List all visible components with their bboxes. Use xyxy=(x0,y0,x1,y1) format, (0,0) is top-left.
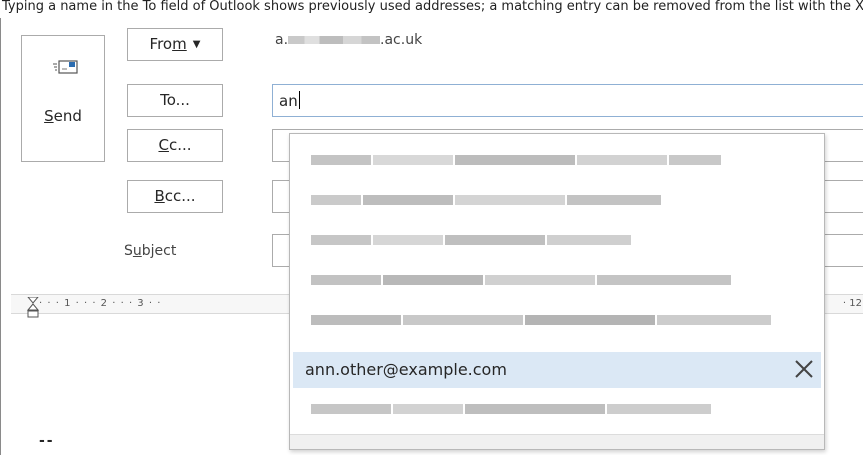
compose-window: Send From ▼ a. .ac.uk To... an Cc... Bcc..… xyxy=(0,18,863,455)
send-button-label: Send xyxy=(44,107,82,125)
envelope-send-icon xyxy=(53,60,78,74)
ruler-ticks: · · · 1 · · · 2 · · · 3 · · xyxy=(39,298,162,309)
to-button[interactable]: To... xyxy=(127,84,223,117)
from-button[interactable]: From ▼ xyxy=(127,28,223,61)
redacted-text xyxy=(311,315,771,325)
list-item[interactable] xyxy=(293,301,821,337)
bcc-button[interactable]: Bcc... xyxy=(127,180,223,213)
to-input[interactable]: an xyxy=(272,84,863,117)
redacted-text xyxy=(311,275,731,285)
autocomplete-footer xyxy=(290,434,824,449)
caption-text: Typing a name in the To field of Outlook… xyxy=(2,0,863,14)
from-account: a. .ac.uk xyxy=(275,32,423,48)
send-button[interactable]: Send xyxy=(21,35,105,162)
list-item[interactable] xyxy=(293,221,821,257)
to-input-value: an xyxy=(279,91,300,110)
caret-down-icon: ▼ xyxy=(192,39,201,50)
redacted-text xyxy=(288,36,381,44)
ruler-right-tick: · 12 xyxy=(842,298,862,309)
cc-button[interactable]: Cc... xyxy=(127,129,223,162)
subject-label: Subject xyxy=(124,243,177,259)
redacted-text xyxy=(311,235,631,245)
list-item[interactable] xyxy=(293,141,821,177)
list-item[interactable] xyxy=(293,181,821,217)
list-item[interactable] xyxy=(293,390,821,426)
redacted-text xyxy=(311,155,721,165)
indent-marker-icon[interactable] xyxy=(27,297,39,327)
list-item-highlighted[interactable]: ann.other@example.com xyxy=(293,352,821,388)
signature-separator: -- xyxy=(39,433,55,449)
redacted-text xyxy=(311,404,711,414)
text-caret xyxy=(298,91,300,109)
suggestion-address: ann.other@example.com xyxy=(305,360,507,379)
redacted-text xyxy=(311,195,661,205)
autocomplete-dropdown[interactable]: ann.other@example.com xyxy=(289,133,825,450)
list-item[interactable] xyxy=(293,261,821,297)
close-x-icon[interactable] xyxy=(793,358,815,380)
